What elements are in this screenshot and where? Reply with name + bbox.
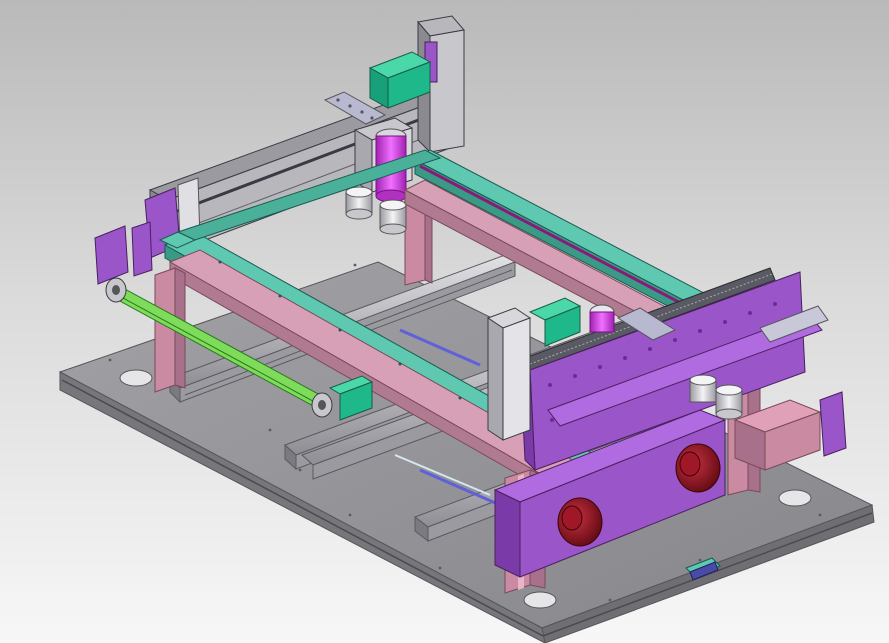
plate-hole [523, 591, 557, 609]
cad-model-render [58, 15, 875, 643]
cad-viewport[interactable] [0, 0, 889, 643]
z-axis-column-front [486, 307, 532, 441]
plate-hole [778, 489, 812, 507]
plate-hole [119, 369, 153, 387]
magenta-spindle [589, 304, 615, 333]
